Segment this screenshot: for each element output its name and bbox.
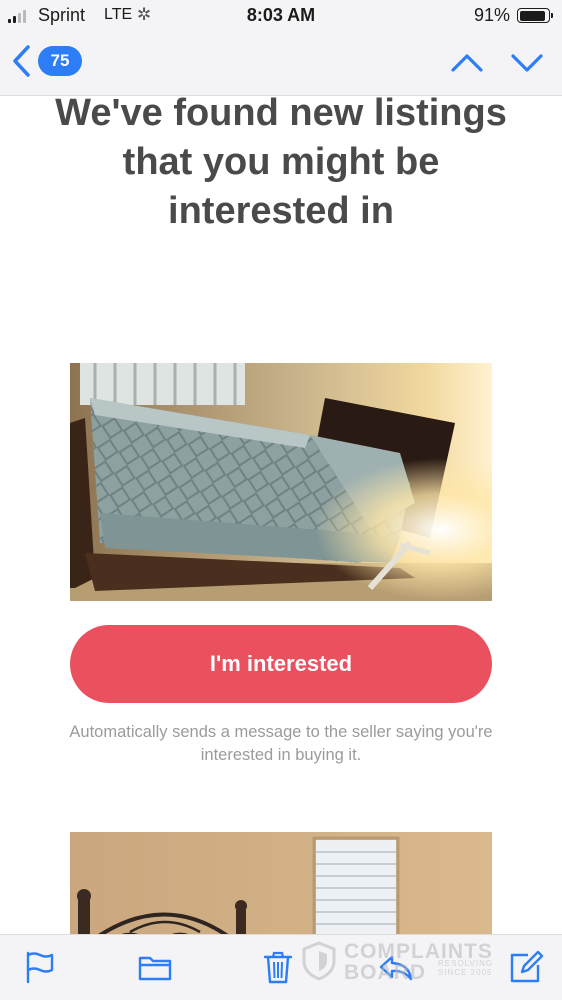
trash-icon[interactable] <box>260 949 296 985</box>
battery-icon <box>517 8 553 23</box>
next-message-button[interactable] <box>510 48 544 78</box>
flag-icon[interactable] <box>22 949 58 985</box>
complaintsboard-watermark: COMPLAINTS BOARD RESOLVING SINCE 2005 <box>300 935 530 999</box>
email-headline: We've found new listings that you might … <box>55 96 507 232</box>
reply-icon[interactable] <box>378 949 414 985</box>
email-body[interactable]: We've found new listings that you might … <box>0 96 562 934</box>
back-button[interactable]: 75 <box>12 44 82 78</box>
shield-icon <box>302 941 336 981</box>
mail-toolbar: COMPLAINTS BOARD RESOLVING SINCE 2005 <box>0 934 562 1000</box>
listing-photo-iron-bed[interactable] <box>70 832 492 934</box>
mail-nav-bar: 75 <box>0 32 562 96</box>
previous-message-button[interactable] <box>450 48 484 78</box>
compose-icon[interactable] <box>508 949 544 985</box>
battery-percentage: 91% <box>473 5 510 25</box>
chevron-down-icon <box>511 54 543 72</box>
im-interested-button[interactable]: I'm interested <box>70 625 492 703</box>
status-bar: Sprint LTE ✲ 8:03 AM 91% <box>0 0 562 32</box>
auto-message-helper-text: Automatically sends a message to the sel… <box>69 723 493 764</box>
chevron-up-icon <box>451 54 483 72</box>
watermark-line-1: COMPLAINTS <box>344 940 493 963</box>
chevron-left-icon <box>13 45 30 77</box>
watermark-line-2: BOARD <box>344 961 426 984</box>
watermark-tagline: RESOLVING SINCE 2005 <box>438 959 494 977</box>
folder-icon[interactable] <box>137 949 173 985</box>
unread-count-badge: 75 <box>38 46 82 76</box>
listing-photo-bed[interactable] <box>70 363 492 601</box>
